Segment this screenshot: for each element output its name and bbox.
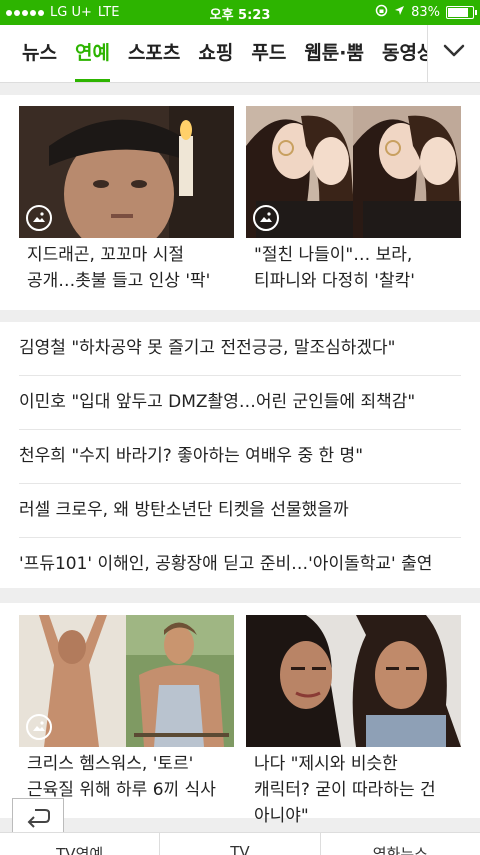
bottom-tab-bar: TV연예 TV 영화뉴스 — [0, 832, 480, 855]
headline-item[interactable]: 이민호 "입대 앞두고 DMZ촬영…어린 군인들에 죄책감" — [19, 376, 461, 430]
photo-gallery-icon — [253, 205, 279, 231]
more-tabs-button[interactable] — [427, 25, 480, 82]
bottom-tab-1[interactable]: TV — [159, 833, 319, 855]
tab-3[interactable]: 쇼핑 — [189, 25, 242, 82]
bottom-tab-2[interactable]: 영화뉴스 — [319, 833, 480, 855]
status-bar: LG U+ LTE 오후 5:23 83% — [0, 0, 480, 25]
tab-0[interactable]: 뉴스 — [0, 25, 66, 82]
card-image — [246, 106, 461, 238]
category-tab-bar: 뉴스연예스포츠쇼핑푸드웹툰·뿜동영상 — [0, 25, 480, 83]
location-arrow-icon — [394, 5, 405, 20]
headline-item[interactable]: 러셀 크로우, 왜 방탄소년단 티켓을 선물했을까 — [19, 484, 461, 538]
category-tabs: 뉴스연예스포츠쇼핑푸드웹툰·뿜동영상 — [0, 25, 428, 82]
headline-item[interactable]: 김영철 "하차공약 못 즐기고 전전긍긍, 말조심하겠다" — [19, 322, 461, 376]
news-card[interactable]: 지드래곤, 꼬꼬마 시절 공개…촛불 들고 인상 '팍' — [19, 106, 234, 294]
chevron-down-icon — [443, 44, 465, 57]
rotation-lock-icon — [375, 4, 388, 21]
headline-item[interactable]: 천우희 "수지 바라기? 좋아하는 여배우 중 한 명" — [19, 430, 461, 484]
top-photo-cards: 지드래곤, 꼬꼬마 시절 공개…촛불 들고 인상 '팍' "절친 나들이"… 보… — [0, 95, 480, 310]
bottom-photo-cards: 크리스 헴스워스, '토르' 근육질 위해 하루 6끼 식사 나다 "제시와 비… — [0, 603, 480, 826]
tab-6[interactable]: 동영상 — [373, 25, 428, 82]
tab-5[interactable]: 웹툰·뿜 — [295, 25, 373, 82]
tab-2[interactable]: 스포츠 — [119, 25, 189, 82]
photo-gallery-icon — [26, 205, 52, 231]
return-arrow-icon — [27, 809, 50, 828]
news-card[interactable]: "절친 나들이"… 보라, 티파니와 다정히 '찰칵' — [246, 106, 461, 294]
news-card[interactable]: 크리스 헴스워스, '토르' 근육질 위해 하루 6끼 식사 — [19, 615, 234, 803]
card-image — [246, 615, 461, 747]
card-caption: "절친 나들이"… 보라, 티파니와 다정히 '찰칵' — [254, 245, 415, 291]
battery-icon — [446, 6, 477, 19]
card-caption: 지드래곤, 꼬꼬마 시절 공개…촛불 들고 인상 '팍' — [27, 245, 211, 291]
tab-1[interactable]: 연예 — [66, 25, 119, 82]
card-caption: 크리스 헴스워스, '토르' 근육질 위해 하루 6끼 식사 — [27, 754, 216, 800]
news-card[interactable]: 나다 "제시와 비슷한 캐릭터? 굳이 따라하는 건 아니야" — [246, 615, 461, 829]
card-image — [19, 615, 234, 747]
headline-list: 김영철 "하차공약 못 즐기고 전전긍긍, 말조심하겠다" 이민호 "입대 앞두고… — [0, 322, 480, 588]
headline-item[interactable]: '프듀101' 이해인, 공황장애 딛고 준비…'아이돌학교' 출연 — [19, 538, 461, 591]
battery-percent: 83% — [411, 5, 440, 20]
card-image — [19, 106, 234, 238]
photo-gallery-icon — [26, 714, 52, 740]
card-caption: 나다 "제시와 비슷한 캐릭터? 굳이 따라하는 건 아니야" — [254, 754, 436, 826]
tab-4[interactable]: 푸드 — [242, 25, 295, 82]
bottom-tab-0[interactable]: TV연예 — [0, 833, 159, 855]
